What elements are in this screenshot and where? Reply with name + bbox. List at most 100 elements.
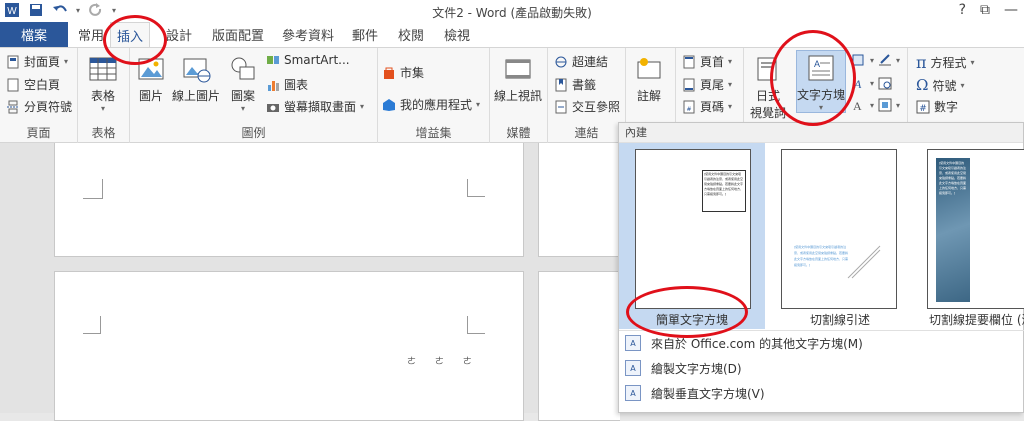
tab-review[interactable]: 校閱	[392, 22, 430, 47]
tab-mailings[interactable]: 郵件	[346, 22, 384, 47]
bookmark-icon	[554, 78, 568, 92]
cross-reference-button[interactable]: 交互參照	[554, 98, 620, 115]
group-illustrations: 圖片 線上圖片 圖案 ▾ SmartArt... 圖表 螢幕擷取畫面 ▾ 圖例	[130, 48, 378, 144]
thumb-page: [使用文件中醒目的引文來吸引讀者的注意，或者使用此空間來強調重點。若要將此文字方…	[781, 149, 897, 309]
office-com-icon: A	[625, 335, 641, 351]
screenshot-button[interactable]: 螢幕擷取畫面 ▾	[266, 98, 364, 115]
equation-button[interactable]: π 方程式 ▾	[916, 53, 975, 72]
gallery-item-simple-textbox[interactable]: [使用文件中醒目的引文來吸引讀者的注意，或者使用此空間來強調重點。若要將此文字方…	[619, 143, 765, 329]
window-title: 文件2 - Word (產品啟動失敗)	[432, 6, 592, 20]
smartart-button[interactable]: SmartArt...	[266, 53, 350, 67]
cover-page-button[interactable]: 封面頁 ▾	[6, 53, 68, 70]
chart-button[interactable]: 圖表	[266, 76, 308, 93]
gallery-item-label: 切割線提要欄位 (深	[929, 313, 1024, 327]
footer-button[interactable]: 頁尾 ▾	[682, 76, 732, 93]
window-controls: ? ⧉ —	[959, 2, 1018, 18]
margin-mark	[83, 179, 103, 199]
document-area[interactable]: ㄜ ㄜ ㄜ	[0, 143, 620, 421]
svg-text:A: A	[853, 99, 862, 112]
margin-mark	[467, 316, 485, 334]
ribbon-tabs: 檔案 常用 插入 設計 版面配置 參考資料 郵件 校閱 檢視	[0, 22, 1024, 48]
group-media: 線上視訊 媒體	[490, 48, 548, 144]
group-pages-label: 頁面	[26, 126, 51, 140]
shapes-button[interactable]: 圖案 ▾	[228, 54, 258, 113]
camera-icon	[266, 100, 280, 114]
draw-vertical-textbox-icon: A	[625, 385, 641, 401]
cross-reference-icon	[554, 100, 568, 114]
tab-layout[interactable]: 版面配置	[206, 22, 270, 47]
chart-icon	[266, 78, 280, 92]
tab-references[interactable]: 參考資料	[276, 22, 340, 47]
group-tables: 表格 ▾ 表格	[78, 48, 130, 144]
page-1[interactable]	[54, 143, 524, 257]
footer-icon	[682, 78, 696, 92]
pi-icon: π	[916, 53, 927, 72]
group-links-label: 連結	[574, 126, 599, 140]
number-icon: #	[916, 100, 930, 114]
online-pictures-button[interactable]: 線上圖片	[172, 54, 220, 104]
page-4[interactable]	[538, 271, 620, 421]
text-small-icons-2[interactable]: A ▾	[852, 76, 892, 91]
omega-icon: Ω	[916, 76, 929, 94]
more-textboxes-office-com[interactable]: A 來自於 Office.com 的其他文字方塊(M)	[619, 331, 1024, 355]
draw-textbox[interactable]: A 繪製文字方塊(D)	[619, 356, 1024, 380]
textbox-button[interactable]: A 文字方塊 ▾	[796, 50, 846, 113]
online-picture-icon	[181, 54, 211, 84]
group-addins-label: 增益集	[415, 126, 452, 140]
thumb-page: [使用文件中醒目的引文來吸引讀者的注意，或者使用此空間來強調重點。若要將此文字方…	[927, 149, 1024, 309]
comment-button[interactable]: 註解	[634, 54, 664, 104]
svg-text:#: #	[686, 106, 691, 113]
tab-design[interactable]: 設計	[160, 22, 198, 47]
video-icon	[503, 54, 533, 84]
text-small-icons-3[interactable]: A ▾ ▾	[852, 98, 900, 113]
symbol-button[interactable]: Ω 符號 ▾	[916, 76, 964, 94]
gallery-item-cutline-sidebar[interactable]: [使用文件中醒目的引文來吸引讀者的注意，或者使用此空間來強調重點。若要將此文字方…	[915, 143, 1024, 329]
text-small-icons-1[interactable]: ▾ ▾	[852, 53, 900, 67]
help-button[interactable]: ?	[959, 2, 966, 18]
online-video-button[interactable]: 線上視訊	[494, 54, 542, 104]
margin-mark	[83, 316, 101, 334]
group-media-label: 媒體	[506, 126, 531, 140]
table-button[interactable]: 表格 ▾	[88, 54, 118, 113]
comment-icon	[634, 54, 664, 84]
store-icon	[382, 66, 396, 80]
page-2[interactable]	[538, 143, 620, 257]
number-button[interactable]: # 數字	[916, 98, 958, 115]
draw-vertical-textbox[interactable]: A 繪製垂直文字方塊(V)	[619, 381, 1024, 405]
header-icon	[682, 55, 696, 69]
thumb-page: [使用文件中醒目的引文來吸引讀者的注意，或者使用此空間來強調重點。若要將此文字方…	[635, 149, 751, 309]
my-apps-button[interactable]: 我的應用程式 ▾	[382, 96, 480, 113]
page-break-button[interactable]: 分頁符號	[6, 98, 72, 115]
quick-parts-small-icon	[852, 53, 866, 67]
page-3[interactable]: ㄜ ㄜ ㄜ	[54, 271, 524, 421]
tab-view[interactable]: 檢視	[438, 22, 476, 47]
date-time-icon	[878, 76, 892, 90]
blank-page-button[interactable]: 空白頁	[6, 76, 60, 93]
textbox-icon: A	[806, 53, 836, 83]
svg-text:A: A	[853, 77, 862, 90]
tab-home[interactable]: 常用	[72, 22, 110, 47]
bookmark-button[interactable]: 書籤	[554, 76, 596, 93]
ribbon-display-button[interactable]: ⧉	[980, 2, 990, 18]
gallery-item-cutline-quote[interactable]: [使用文件中醒目的引文來吸引讀者的注意，或者使用此空間來強調重點。若要將此文字方…	[767, 143, 913, 329]
tab-file[interactable]: 檔案	[0, 22, 68, 47]
gallery-item-label: 簡單文字方塊	[655, 313, 728, 327]
group-tables-label: 表格	[91, 126, 116, 140]
tab-insert[interactable]: 插入	[110, 22, 151, 48]
hyperlink-button[interactable]: 超連結	[554, 53, 608, 70]
group-illustrations-label: 圖例	[241, 126, 266, 140]
pictures-button[interactable]: 圖片	[136, 54, 166, 104]
svg-text:#: #	[919, 104, 927, 114]
gallery-item-label: 切割線引述	[809, 313, 870, 327]
quick-parts-button[interactable]: 日式 視覺詞	[750, 54, 786, 121]
page-number-button[interactable]: # 頁碼 ▾	[682, 98, 732, 115]
smartart-icon	[266, 53, 280, 67]
margin-mark	[467, 179, 485, 197]
store-button[interactable]: 市集	[382, 64, 424, 81]
group-addins: 市集 我的應用程式 ▾ 增益集	[378, 48, 490, 144]
page-break-icon	[6, 100, 20, 114]
header-button[interactable]: 頁首 ▾	[682, 53, 732, 70]
minimize-button[interactable]: —	[1004, 2, 1018, 18]
page-number-icon: #	[682, 100, 696, 114]
signature-line-icon	[878, 53, 892, 67]
